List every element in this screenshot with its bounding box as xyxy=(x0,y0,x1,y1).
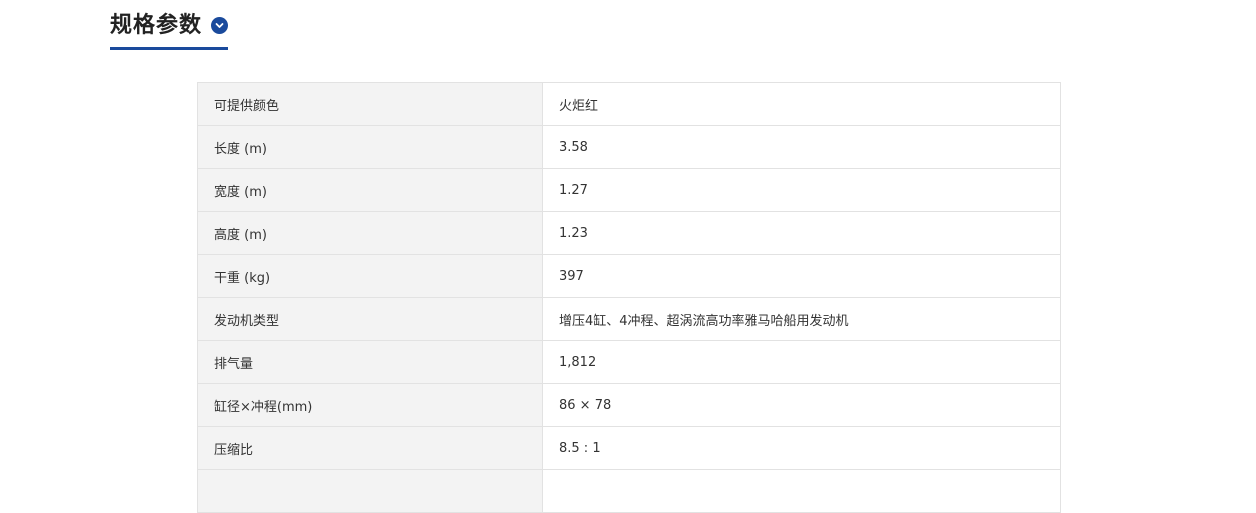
spec-label: 高度 (m) xyxy=(197,211,543,255)
spec-value: 8.5 : 1 xyxy=(542,426,1061,470)
spec-label: 宽度 (m) xyxy=(197,168,543,212)
spec-table: 可提供颜色 火炬红 长度 (m) 3.58 宽度 (m) 1.27 高度 (m)… xyxy=(197,82,1061,513)
table-row: 发动机类型 增压4缸、4冲程、超涡流高功率雅马哈船用发动机 xyxy=(197,297,1061,341)
spec-label: 长度 (m) xyxy=(197,125,543,169)
spec-value: 火炬红 xyxy=(542,82,1061,126)
chevron-down-icon[interactable] xyxy=(211,17,229,34)
spec-value: 1.23 xyxy=(542,211,1061,255)
table-row: 压缩比 8.5 : 1 xyxy=(197,426,1061,470)
spec-label: 排气量 xyxy=(197,340,543,384)
spec-value: 397 xyxy=(542,254,1061,298)
spec-value: 1.27 xyxy=(542,168,1061,212)
table-row: 干重 (kg) 397 xyxy=(197,254,1061,298)
spec-value xyxy=(542,469,1061,513)
table-row: 长度 (m) 3.58 xyxy=(197,125,1061,169)
spec-label: 发动机类型 xyxy=(197,297,543,341)
spec-label xyxy=(197,469,543,513)
section-header: 规格参数 xyxy=(110,8,229,50)
section-title: 规格参数 xyxy=(110,12,203,38)
spec-label: 可提供颜色 xyxy=(197,82,543,126)
table-row: 可提供颜色 火炬红 xyxy=(197,82,1061,126)
spec-value: 86 × 78 xyxy=(542,383,1061,427)
spec-value: 1,812 xyxy=(542,340,1061,384)
spec-label: 压缩比 xyxy=(197,426,543,470)
table-row: 宽度 (m) 1.27 xyxy=(197,168,1061,212)
spec-value: 3.58 xyxy=(542,125,1061,169)
table-row: 排气量 1,812 xyxy=(197,340,1061,384)
spec-label: 干重 (kg) xyxy=(197,254,543,298)
table-row: 高度 (m) 1.23 xyxy=(197,211,1061,255)
spec-label: 缸径×冲程(mm) xyxy=(197,383,543,427)
table-row xyxy=(197,469,1061,513)
table-row: 缸径×冲程(mm) 86 × 78 xyxy=(197,383,1061,427)
spec-value: 增压4缸、4冲程、超涡流高功率雅马哈船用发动机 xyxy=(542,297,1061,341)
